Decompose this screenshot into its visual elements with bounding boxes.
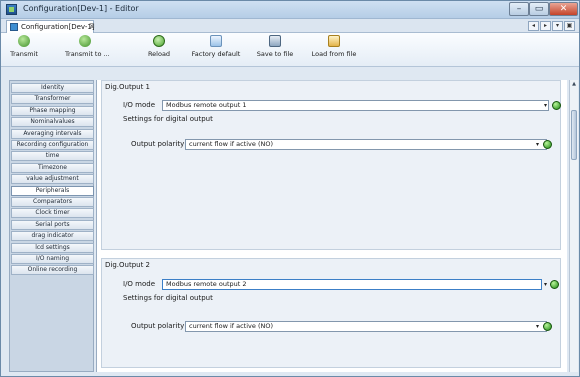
sidebar-item-value-adjustment[interactable]: value adjustment [11, 174, 94, 185]
chevron-down-icon[interactable]: ▾ [533, 139, 542, 150]
reload-button[interactable]: Reload [144, 35, 174, 65]
settings-sidebar: Identity Transformer Phase mapping Nominalv… [9, 80, 94, 372]
sidebar-item-online-recording[interactable]: Online recording [11, 265, 94, 276]
digital-output-1-section: Dig.Output 1 I/O mode Modbus remote outp… [101, 80, 561, 250]
scroll-tabs-right-icon[interactable]: ▸ [540, 21, 551, 31]
restore-pane-icon[interactable]: ▣ [564, 21, 575, 31]
editor-window: Configuration[Dev-1] - Editor – ▭ ✕ Conf… [0, 0, 580, 377]
reload-icon [153, 35, 165, 47]
output-polarity-select[interactable]: current flow if active (NO) [185, 139, 547, 150]
sidebar-item-drag-indicator[interactable]: drag indicator [11, 231, 94, 242]
config-document-icon [10, 23, 18, 31]
output-polarity-label: Output polarity [131, 140, 185, 148]
scroll-tabs-left-icon[interactable]: ◂ [528, 21, 539, 31]
scrollbar-thumb[interactable] [571, 110, 577, 160]
sidebar-item-nominalvalues[interactable]: Nominalvalues [11, 117, 94, 128]
transmit-icon [18, 35, 30, 47]
sidebar-item-serial-ports[interactable]: Serial ports [11, 219, 94, 230]
save-to-file-button[interactable]: Save to file [253, 35, 297, 65]
app-icon [6, 4, 17, 15]
chevron-down-icon[interactable]: ▾ [541, 100, 550, 111]
section-title: Dig.Output 2 [105, 261, 150, 269]
minimize-button[interactable]: – [509, 2, 529, 16]
sidebar-item-time[interactable]: time [11, 151, 94, 162]
window-title: Configuration[Dev-1] - Editor [23, 4, 139, 13]
chevron-down-icon[interactable]: ▾ [541, 279, 550, 290]
settings-caption: Settings for digital output [123, 115, 213, 123]
title-bar[interactable]: Configuration[Dev-1] - Editor – ▭ ✕ [1, 1, 579, 19]
output-polarity-label: Output polarity [131, 322, 185, 330]
sidebar-item-i-o-naming[interactable]: I/O naming [11, 254, 94, 264]
factory-default-label: Factory default [191, 50, 241, 58]
toolbar: Transmit Transmit to ... Reload Factory … [1, 33, 579, 67]
reload-label: Reload [147, 50, 171, 58]
sidebar-item-clock-timer[interactable]: Clock timer [11, 208, 94, 219]
load-from-file-button[interactable]: Load from file [307, 35, 361, 65]
sidebar-item-transformer[interactable]: Transformer [11, 94, 94, 105]
scroll-up-icon[interactable]: ▲ [570, 80, 578, 89]
tab-configuration[interactable]: Configuration[Dev-1] ⊠ [6, 20, 95, 33]
status-led-icon [543, 322, 552, 331]
settings-caption: Settings for digital output [123, 294, 213, 302]
sidebar-item-lcd-settings[interactable]: lcd settings [11, 242, 94, 253]
output-polarity-select[interactable]: current flow if active (NO) [185, 321, 547, 332]
sidebar-item-peripherals[interactable]: Peripherals [11, 185, 94, 196]
status-led-icon [543, 140, 552, 149]
document-tab-strip: Configuration[Dev-1] ⊠ ◂ ▸ ▾ ▣ [1, 19, 579, 33]
factory-default-button[interactable]: Factory default [189, 35, 243, 65]
sidebar-item-phase-mapping[interactable]: Phase mapping [11, 105, 94, 116]
status-led-icon [550, 280, 559, 289]
digital-output-2-section: Dig.Output 2 I/O mode Modbus remote outp… [101, 258, 561, 368]
load-folder-icon [328, 35, 340, 47]
vertical-scrollbar[interactable]: ▲ [569, 80, 578, 372]
sidebar-item-averaging-intervals[interactable]: Averaging intervals [11, 128, 94, 139]
io-mode-label: I/O mode [123, 101, 156, 109]
sidebar-item-timezone[interactable]: Timezone [11, 162, 94, 173]
transmit-to-icon [79, 35, 91, 47]
close-button[interactable]: ✕ [549, 2, 578, 16]
sidebar-item-recording-configuration[interactable]: Recording configuration [11, 140, 94, 150]
io-mode-select[interactable]: Modbus remote output 2 [162, 279, 542, 290]
save-icon [269, 35, 281, 47]
save-to-file-label: Save to file [256, 50, 294, 58]
section-title: Dig.Output 1 [105, 83, 150, 91]
tab-close-icon[interactable]: ⊠ [89, 22, 95, 30]
tab-label: Configuration[Dev-1] [21, 23, 95, 31]
sidebar-item-identity[interactable]: Identity [11, 83, 94, 93]
tab-list-dropdown-icon[interactable]: ▾ [552, 21, 563, 31]
factory-default-icon [210, 35, 222, 47]
chevron-down-icon[interactable]: ▾ [533, 321, 542, 332]
settings-panel: Dig.Output 1 I/O mode Modbus remote outp… [96, 80, 567, 372]
maximize-button[interactable]: ▭ [529, 2, 549, 16]
status-led-icon [552, 101, 561, 110]
io-mode-select[interactable]: Modbus remote output 1 [162, 100, 549, 111]
transmit-to-button[interactable]: Transmit to ... [65, 35, 110, 65]
load-from-file-label: Load from file [311, 50, 357, 58]
transmit-button[interactable]: Transmit [7, 35, 41, 65]
transmit-to-label: Transmit to ... [65, 50, 110, 58]
transmit-label: Transmit [10, 50, 38, 58]
io-mode-label: I/O mode [123, 280, 156, 288]
sidebar-item-comparators[interactable]: Comparators [11, 197, 94, 207]
